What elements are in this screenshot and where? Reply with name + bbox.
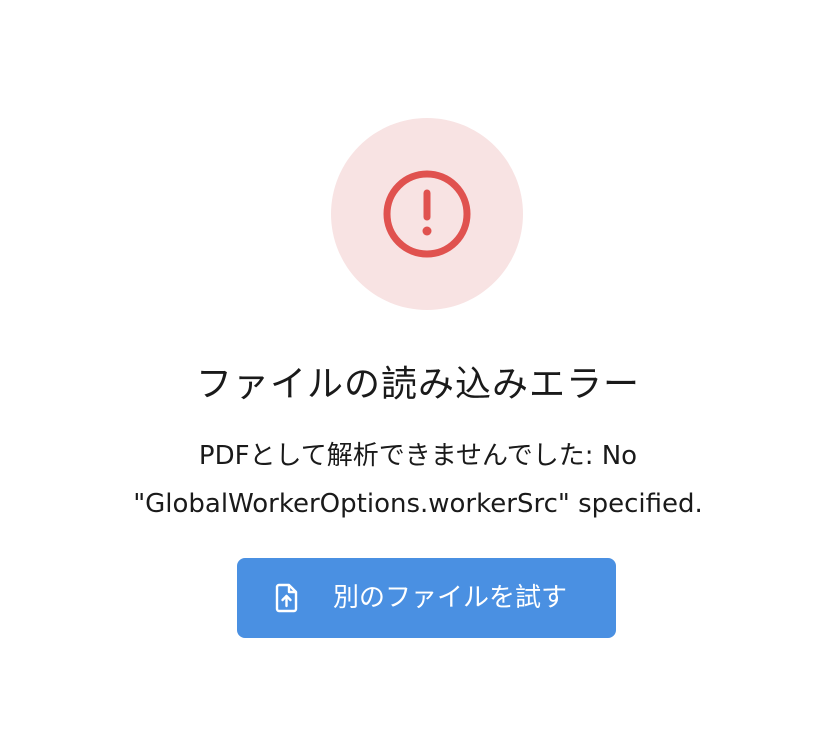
try-another-file-label: 別のファイルを試す <box>333 583 568 613</box>
error-message-line-1: PDFとして解析できませんでした: No <box>198 441 638 471</box>
error-title: ファイルの読み込みエラー <box>195 364 640 405</box>
error-message: PDFとして解析できませんでした: No "GlobalWorkerOption… <box>0 432 836 528</box>
try-another-file-button[interactable]: 別のファイルを試す <box>237 558 616 638</box>
error-icon-badge <box>331 118 523 310</box>
error-message-line-2: "GlobalWorkerOptions.workerSrc" specifie… <box>133 489 703 519</box>
alert-circle-icon <box>383 170 471 258</box>
file-upload-icon <box>275 583 298 613</box>
error-panel: ファイルの読み込みエラー PDFとして解析できませんでした: No "Globa… <box>0 0 836 754</box>
